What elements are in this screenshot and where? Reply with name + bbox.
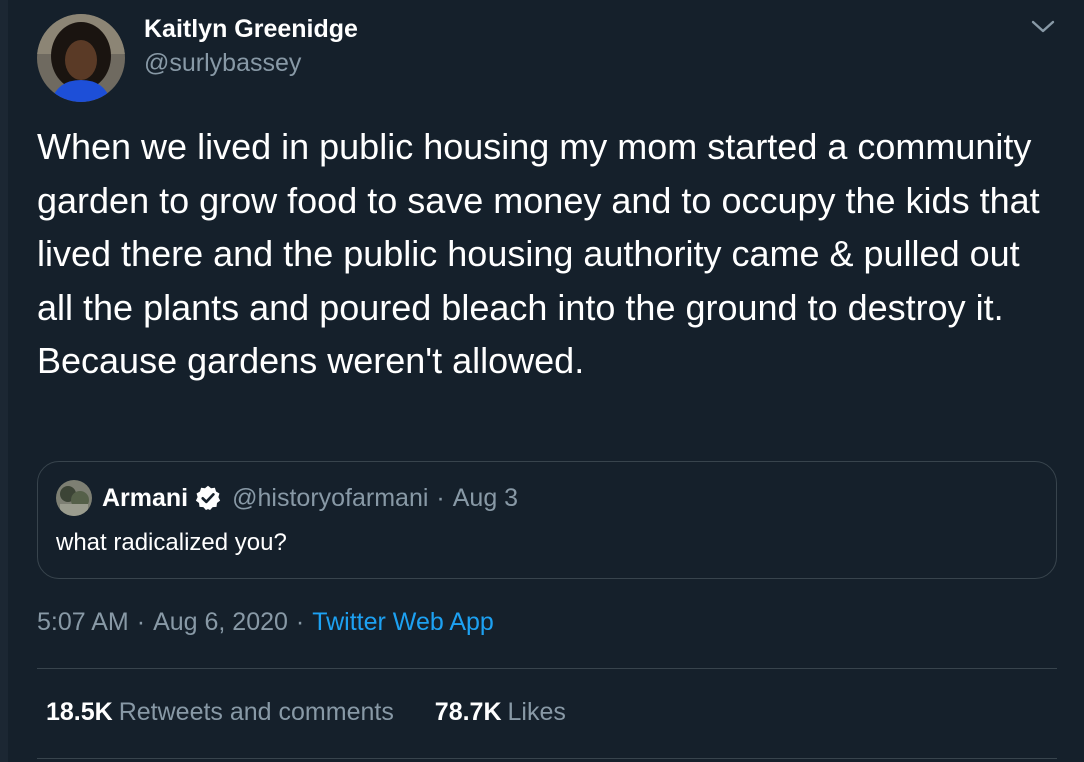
tweet-meta: 5:07 AM · Aug 6, 2020 · Twitter Web App [37,604,494,640]
quoted-tweet-date: Aug 3 [452,483,519,512]
tweet-date[interactable]: Aug 6, 2020 [153,608,288,636]
tweet-text: When we lived in public housing my mom s… [37,126,1040,381]
likes-label: Likes [507,698,566,726]
divider [37,758,1057,759]
author-avatar[interactable] [37,14,125,102]
quoted-author-avatar [56,480,92,516]
quoted-author-handle: @historyofarmani [232,483,429,512]
meta-separator: · [136,608,146,636]
tweet-source-link[interactable]: Twitter Web App [312,608,494,636]
tweet-time[interactable]: 5:07 AM [37,608,129,636]
author-handle[interactable]: @surlybassey [144,46,301,80]
quoted-author-name: Armani [102,483,189,512]
quoted-tweet-header: Armani @historyofarmani · Aug 3 [102,480,518,516]
quoted-tweet-text: what radicalized you? [56,529,287,556]
retweets-label: Retweets and comments [118,698,394,726]
quoted-separator: · [436,483,445,512]
author-name[interactable]: Kaitlyn Greenidge [144,12,358,46]
likes-count: 78.7K [434,698,502,726]
retweets-count: 18.5K [46,698,113,726]
quoted-tweet[interactable]: Armani @historyofarmani · Aug 3 what rad… [37,461,1057,579]
tweet-detail: Kaitlyn Greenidge @surlybassey When we l… [0,0,1084,762]
likes-stat[interactable]: 78.7K Likes [435,694,566,730]
retweets-stat[interactable]: 18.5K Retweets and comments [46,694,394,730]
meta-separator: · [295,608,305,636]
verified-badge-icon [194,484,222,512]
tweet-stats: 18.5K Retweets and comments 78.7K Likes [46,694,600,730]
chevron-down-icon[interactable] [1028,14,1058,38]
divider [37,668,1057,669]
column-edge [0,0,8,762]
